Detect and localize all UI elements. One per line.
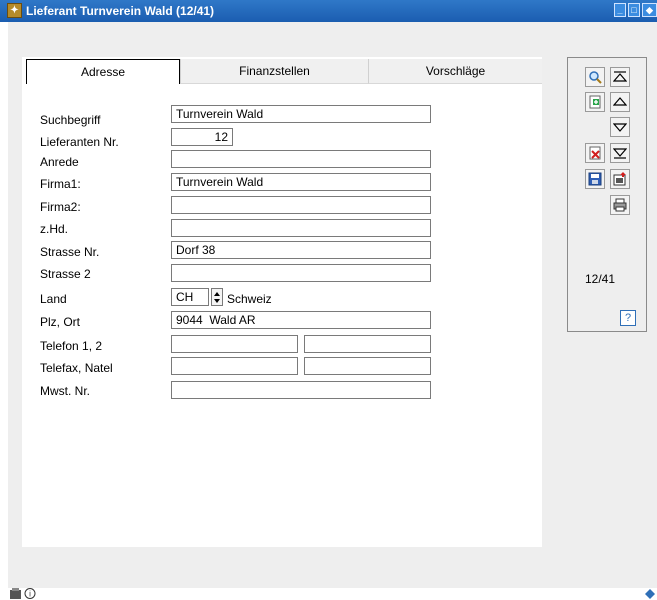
restore-icon[interactable]: ◆ — [642, 3, 657, 17]
records-icon[interactable] — [10, 588, 22, 599]
firma2-label: Firma2: — [40, 200, 81, 214]
suchbegriff-label: Suchbegriff — [40, 113, 101, 127]
natel-input[interactable] — [304, 357, 431, 375]
tab-adresse-label: Adresse — [80, 65, 126, 79]
tab-bar: Adresse Finanzstellen Vorschläge — [22, 59, 542, 84]
tab-finanzstellen-label: Finanzstellen — [239, 64, 310, 78]
help-icon[interactable]: ? — [620, 310, 636, 326]
first-record-icon — [613, 71, 627, 82]
telefon2-input[interactable] — [304, 335, 431, 353]
anrede-label: Anrede — [40, 155, 79, 169]
lieferanten-nr-label: Lieferanten Nr. — [40, 135, 119, 149]
status-bar: i — [0, 588, 657, 600]
land-code-input[interactable] — [171, 288, 209, 306]
telefon1-input[interactable] — [171, 335, 298, 353]
window-titlebar[interactable]: ✦ Lieferant Turnverein Wald (12/41) _ □ … — [0, 0, 657, 22]
navigation-panel — [567, 57, 647, 332]
scroll-indicator-icon[interactable] — [645, 589, 655, 599]
telefon-label: Telefon 1, 2 — [40, 339, 103, 353]
previous-record-button[interactable] — [610, 92, 630, 112]
telefax-input[interactable] — [171, 357, 298, 375]
search-button[interactable] — [585, 67, 605, 87]
window-title: Lieferant Turnverein Wald (12/41) — [26, 4, 215, 18]
next-record-icon — [613, 123, 627, 132]
mwst-input[interactable] — [171, 381, 431, 399]
plz-ort-label: Plz, Ort — [40, 315, 81, 329]
maximize-icon[interactable]: □ — [628, 3, 640, 17]
strasse-nr-input[interactable] — [171, 241, 431, 259]
lieferanten-nr-input[interactable] — [171, 128, 233, 146]
export-button[interactable] — [610, 169, 630, 189]
plz-ort-input[interactable] — [171, 311, 431, 329]
delete-record-icon — [589, 146, 601, 160]
info-icon[interactable]: i — [24, 588, 36, 599]
land-name: Schweiz — [227, 292, 272, 306]
export-icon — [613, 172, 626, 186]
delete-record-button[interactable] — [585, 143, 605, 163]
mwst-label: Mwst. Nr. — [40, 384, 90, 398]
next-record-button[interactable] — [610, 117, 630, 137]
save-icon — [588, 172, 602, 186]
print-button[interactable] — [610, 195, 630, 215]
spin-up-icon[interactable] — [214, 292, 220, 296]
tab-finanzstellen[interactable]: Finanzstellen — [180, 59, 368, 84]
last-record-button[interactable] — [610, 143, 630, 163]
land-label: Land — [40, 292, 67, 306]
zhd-label: z.Hd. — [40, 222, 69, 236]
tab-adresse[interactable]: Adresse — [26, 59, 180, 84]
strasse-nr-label: Strasse Nr. — [40, 245, 100, 259]
last-record-icon — [613, 148, 627, 159]
minimize-icon[interactable]: _ — [614, 3, 626, 17]
svg-text:i: i — [29, 590, 31, 599]
content-panel — [22, 57, 542, 547]
search-icon — [589, 71, 602, 84]
strasse2-input[interactable] — [171, 264, 431, 282]
strasse2-label: Strasse 2 — [40, 267, 91, 281]
record-counter: 12/41 — [585, 272, 616, 286]
spin-down-icon[interactable] — [214, 299, 220, 303]
new-record-button[interactable] — [585, 92, 605, 112]
firma1-label: Firma1: — [40, 177, 81, 191]
telefax-label: Telefax, Natel — [40, 361, 113, 375]
firma2-input[interactable] — [171, 196, 431, 214]
save-button[interactable] — [585, 169, 605, 189]
tab-vorschlaege[interactable]: Vorschläge — [368, 59, 542, 84]
anrede-input[interactable] — [171, 150, 431, 168]
app-icon: ✦ — [7, 3, 22, 18]
firma1-input[interactable] — [171, 173, 431, 191]
suchbegriff-input[interactable] — [171, 105, 431, 123]
zhd-input[interactable] — [171, 219, 431, 237]
tab-vorschlaege-label: Vorschläge — [425, 64, 486, 78]
new-record-icon — [589, 95, 601, 109]
print-icon — [613, 198, 627, 212]
previous-record-icon — [613, 97, 627, 106]
first-record-button[interactable] — [610, 67, 630, 87]
land-spinner[interactable] — [211, 288, 223, 306]
